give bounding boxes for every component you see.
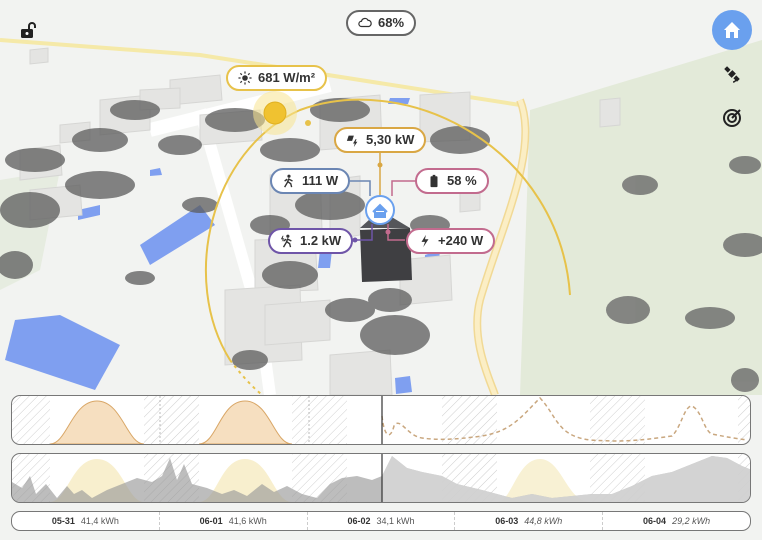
satellite-icon	[724, 66, 740, 83]
day-energy: 41,6 kWh	[228, 516, 267, 526]
day-summary[interactable]: 06-02 34,1 kWh	[308, 512, 456, 530]
cloud-cover-badge: 68%	[346, 10, 417, 36]
grid-power-label: +240 W	[406, 228, 496, 254]
satellite-button[interactable]	[712, 54, 752, 94]
lightning-icon	[421, 234, 429, 248]
irradiance-value: 681 W/m²	[258, 70, 316, 85]
pv-power-value: 5,30 kW	[366, 132, 415, 147]
person-walking-icon	[284, 174, 293, 188]
radar-button[interactable]	[712, 98, 752, 138]
battery-label: 58 %	[415, 168, 489, 194]
day-summary[interactable]: 06-01 41,6 kWh	[160, 512, 308, 530]
ev-consumption-value: 1.2 kW	[300, 233, 342, 248]
day-summary[interactable]: 06-03 44,8 kWh	[455, 512, 604, 530]
day-energy: 34,1 kWh	[376, 516, 415, 526]
pv-timeline-panel[interactable]	[11, 395, 751, 445]
cloud-icon	[358, 17, 372, 28]
home-button[interactable]	[712, 10, 752, 50]
day-date: 06-03	[495, 516, 519, 526]
home-icon	[724, 22, 740, 38]
day-summary[interactable]: 06-04 29,2 kWh	[603, 512, 750, 530]
sun-icon	[238, 71, 252, 85]
day-date: 06-01	[199, 516, 223, 526]
day-energy: 29,2 kWh	[672, 516, 711, 526]
day-date: 06-02	[347, 516, 371, 526]
day-summary[interactable]: 05-31 41,4 kWh	[12, 512, 160, 530]
ev-consumption-label: 1.2 kW	[268, 228, 354, 254]
battery-value: 58 %	[447, 173, 477, 188]
lock-toggle[interactable]	[10, 12, 46, 48]
person-charging-icon	[280, 234, 292, 248]
pv-power-label: 5,30 kW	[334, 127, 427, 153]
irradiance-label: 681 W/m²	[226, 65, 328, 91]
day-energy: 44,8 kWh	[524, 516, 563, 526]
house-consumption-label: 111 W	[270, 168, 351, 194]
solar-panel-icon	[346, 135, 358, 147]
radar-icon	[723, 109, 741, 127]
unlock-icon	[21, 22, 36, 38]
cloud-cover-value: 68%	[378, 15, 405, 30]
daily-energy-bar: 05-31 41,4 kWh 06-01 41,6 kWh 06-02 34,1…	[11, 511, 751, 531]
battery-icon	[430, 174, 438, 188]
day-date: 06-04	[643, 516, 667, 526]
cloud-timeline-panel[interactable]	[11, 453, 751, 503]
day-date: 05-31	[51, 516, 75, 526]
grid-power-value: +240 W	[438, 233, 484, 248]
house-consumption-value: 111 W	[302, 173, 339, 188]
day-energy: 41,4 kWh	[80, 516, 119, 526]
